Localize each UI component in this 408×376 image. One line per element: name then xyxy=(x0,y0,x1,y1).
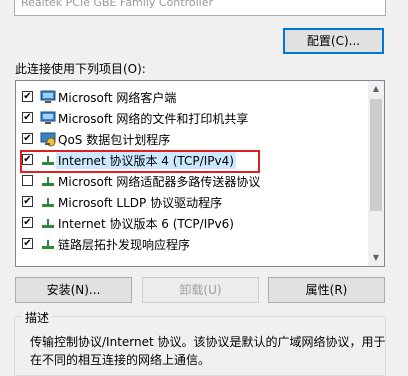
description-text: 传输控制协议/Internet 协议。该协议是默认的广域网络协议，用于在不同的相… xyxy=(30,335,386,367)
item-checkbox[interactable]: ✔ xyxy=(22,91,33,102)
list-item[interactable]: ✔ Internet 协议版本 6 (TCP/IPv6) xyxy=(16,213,370,233)
item-label: Microsoft 网络的文件和打印机共享 xyxy=(58,112,249,126)
adapter-name-field: Realtek PCIe GBE Family Controller xyxy=(14,0,386,16)
item-checkbox[interactable]: ✔ xyxy=(22,154,33,165)
item-label: Microsoft 网络客户端 xyxy=(58,91,177,105)
item-label: Internet 协议版本 6 (TCP/IPv6) xyxy=(58,217,234,231)
qos-icon xyxy=(40,132,56,147)
uninstall-button[interactable]: 卸载(U) xyxy=(142,277,259,303)
item-checkbox[interactable]: ✔ xyxy=(22,133,33,144)
item-checkbox[interactable]: ✔ xyxy=(22,217,33,228)
item-label: Internet 协议版本 4 (TCP/IPv4) xyxy=(56,152,236,169)
list-item[interactable]: ✔ 链路层拓扑发现响应程序 xyxy=(16,234,370,254)
item-label: Microsoft LLDP 协议驱动程序 xyxy=(58,196,223,210)
protocol-icon xyxy=(42,240,54,249)
item-checkbox[interactable] xyxy=(22,175,33,186)
protocol-icon xyxy=(42,219,54,228)
description-legend: 描述 xyxy=(22,309,53,326)
list-scrollbar[interactable]: ▲ ▼ xyxy=(368,81,384,266)
file-share-icon xyxy=(40,111,56,124)
protocol-icon xyxy=(42,156,54,165)
item-checkbox[interactable]: ✔ xyxy=(22,112,33,123)
components-list[interactable]: ✔ Microsoft 网络客户端 ✔ Microsoft 网络的文件和打印机共… xyxy=(15,80,385,267)
items-list-label: 此连接使用下列项目(O): xyxy=(15,62,146,76)
adapter-name-text: Realtek PCIe GBE Family Controller xyxy=(21,0,214,9)
protocol-icon xyxy=(42,198,54,207)
item-checkbox[interactable]: ✔ xyxy=(22,238,33,249)
item-label: QoS 数据包计划程序 xyxy=(58,133,171,147)
configure-button[interactable]: 配置(C)... xyxy=(283,28,384,54)
item-label: Microsoft 网络适配器多路传送器协议 xyxy=(58,175,261,189)
list-item[interactable]: ✔ Microsoft 网络的文件和打印机共享 xyxy=(16,108,370,128)
list-item[interactable]: ✔ QoS 数据包计划程序 xyxy=(16,129,370,149)
list-item[interactable]: ✔ Microsoft LLDP 协议驱动程序 xyxy=(16,192,370,212)
item-label: 链路层拓扑发现响应程序 xyxy=(58,238,191,252)
install-button[interactable]: 安装(N)... xyxy=(15,277,132,303)
properties-button[interactable]: 属性(R) xyxy=(268,277,385,303)
network-client-icon xyxy=(40,90,56,103)
protocol-icon xyxy=(42,177,54,186)
list-item[interactable]: ✔ Microsoft 网络客户端 xyxy=(16,87,370,107)
scroll-down-arrow-icon[interactable]: ▼ xyxy=(368,250,384,266)
list-item-selected[interactable]: ✔ Internet 协议版本 4 (TCP/IPv4) xyxy=(16,150,370,170)
scroll-thumb[interactable] xyxy=(370,99,382,211)
item-checkbox[interactable]: ✔ xyxy=(22,196,33,207)
scroll-up-arrow-icon[interactable]: ▲ xyxy=(368,81,384,97)
list-item[interactable]: Microsoft 网络适配器多路传送器协议 xyxy=(16,171,370,191)
